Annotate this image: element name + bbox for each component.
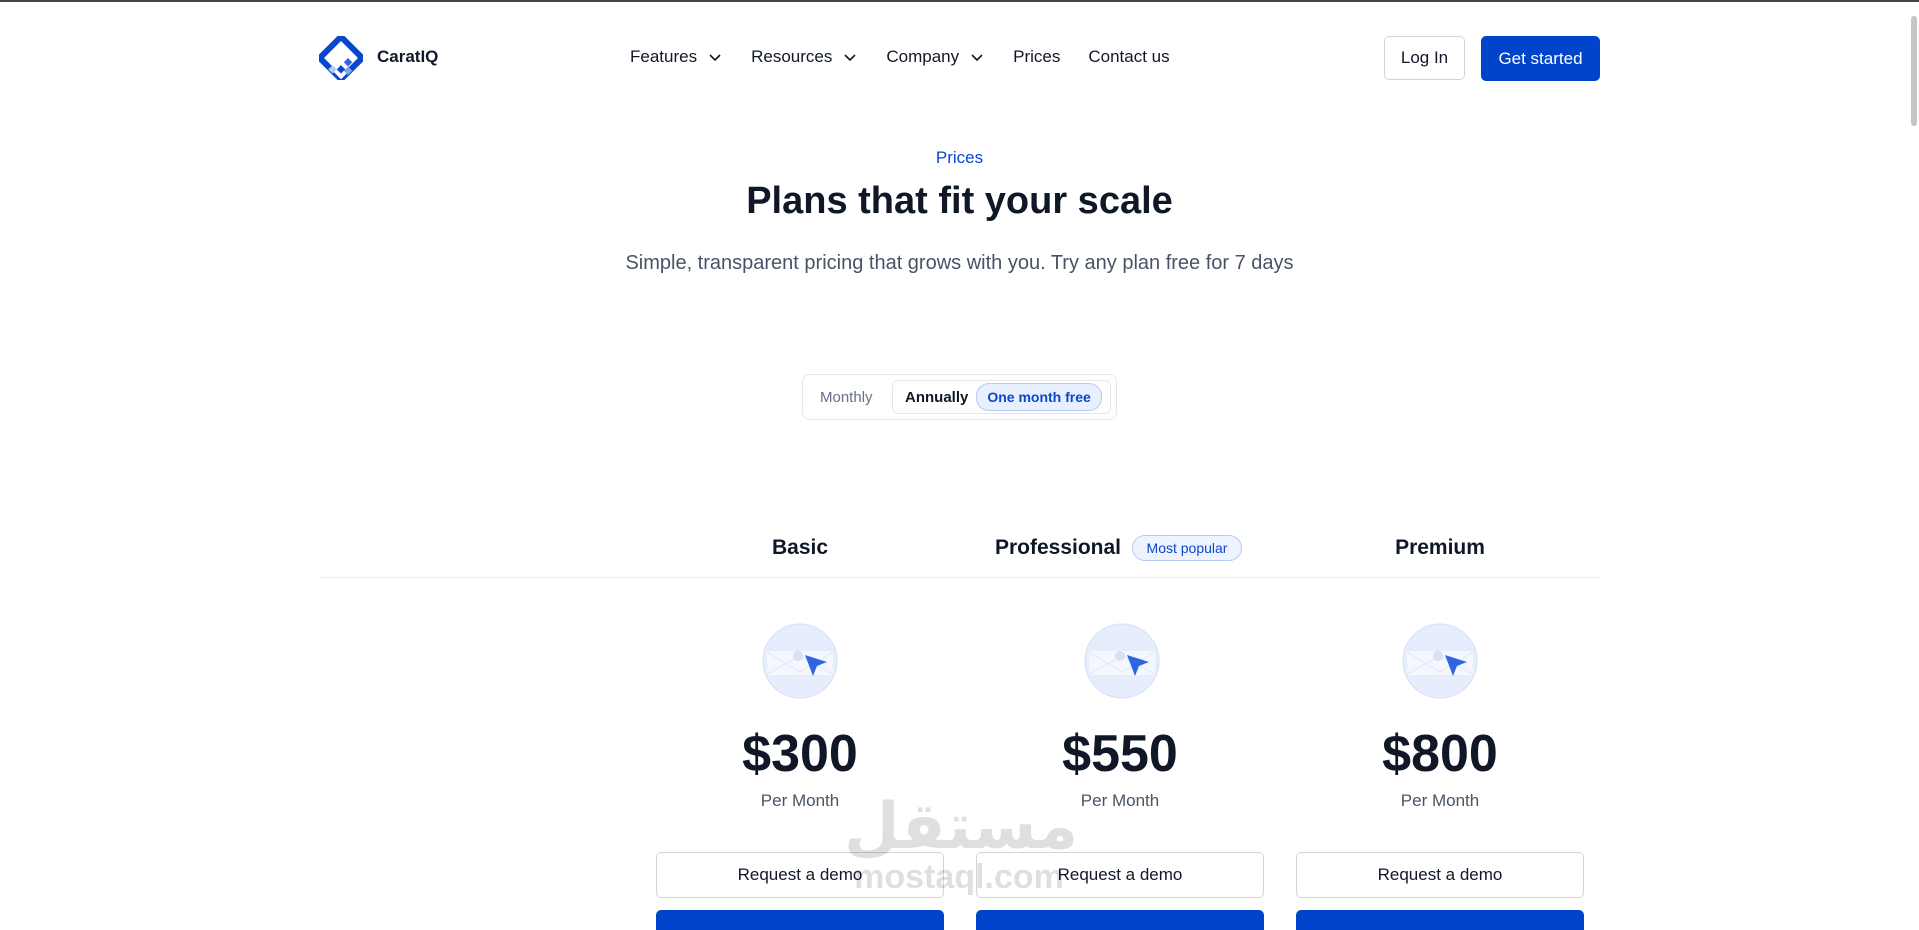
login-button[interactable]: Log In	[1384, 36, 1465, 80]
nav-item-features[interactable]: Features	[630, 47, 723, 67]
nav-label: Resources	[751, 47, 833, 66]
page-title: Plans that fit your scale	[746, 180, 1173, 222]
plan-price-basic: $300	[742, 725, 858, 783]
scrollbar-thumb[interactable]	[1911, 16, 1917, 126]
plan-name-professional: Professional	[994, 536, 1122, 559]
billing-option-annually[interactable]: Annually One month free	[892, 380, 1111, 414]
envelope-cursor-icon	[1084, 623, 1160, 699]
plan-period-professional: Per Month	[1080, 791, 1160, 810]
page-subtitle: Simple, transparent pricing that grows w…	[625, 252, 1294, 274]
plan-name-basic: Basic	[771, 536, 829, 559]
table-divider	[319, 577, 1600, 578]
nav-item-contact[interactable]: Contact us	[1088, 47, 1169, 67]
section-eyebrow: Prices	[935, 148, 984, 167]
nav-item-resources[interactable]: Resources	[751, 47, 858, 67]
request-demo-button-premium[interactable]: Request a demo	[1296, 852, 1584, 898]
plan-cta-button-professional[interactable]	[976, 910, 1264, 930]
brand-logo-icon[interactable]	[319, 36, 363, 80]
chevron-down-icon	[971, 54, 983, 62]
nav-item-company[interactable]: Company	[886, 47, 985, 67]
plan-cta-button-premium[interactable]	[1296, 910, 1584, 930]
most-popular-badge: Most popular	[1132, 535, 1242, 561]
nav-label: Company	[886, 47, 960, 66]
chevron-down-icon	[844, 54, 856, 62]
plan-period-basic: Per Month	[760, 791, 840, 810]
discount-badge: One month free	[976, 383, 1102, 411]
envelope-cursor-icon	[762, 623, 838, 699]
plan-name-premium: Premium	[1395, 536, 1485, 559]
brand-name[interactable]: CaratIQ	[377, 47, 438, 67]
nav-item-prices[interactable]: Prices	[1013, 47, 1060, 67]
plan-price-professional: $550	[1062, 725, 1178, 783]
plan-cta-button-basic[interactable]	[656, 910, 944, 930]
nav-label: Features	[630, 47, 698, 66]
billing-option-monthly[interactable]: Monthly	[820, 375, 873, 419]
plan-price-premium: $800	[1382, 725, 1498, 783]
main-nav: Features Resources Company Prices Contac…	[630, 47, 1170, 67]
request-demo-button-basic[interactable]: Request a demo	[656, 852, 944, 898]
request-demo-button-professional[interactable]: Request a demo	[976, 852, 1264, 898]
nav-label: Prices	[1013, 47, 1061, 66]
chevron-down-icon	[709, 54, 721, 62]
plan-period-premium: Per Month	[1400, 791, 1480, 810]
nav-label: Contact us	[1088, 47, 1170, 66]
billing-toggle: Monthly Annually One month free	[802, 374, 1117, 420]
get-started-button[interactable]: Get started	[1481, 36, 1600, 81]
billing-option-label: Annually	[905, 388, 969, 406]
envelope-cursor-icon	[1402, 623, 1478, 699]
